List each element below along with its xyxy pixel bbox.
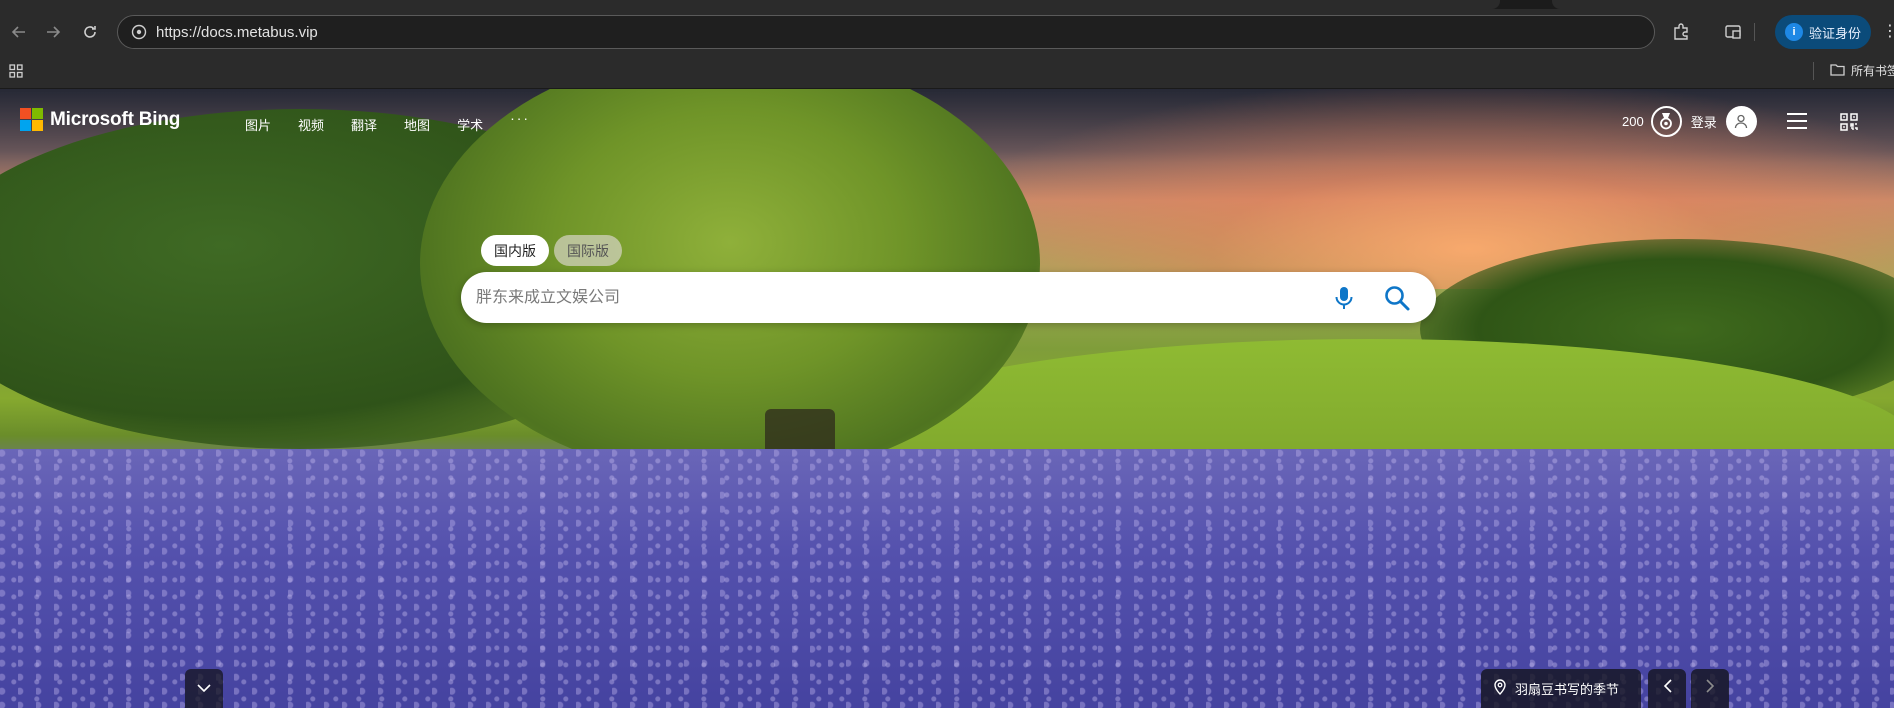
tab-domestic[interactable]: 国内版: [481, 235, 549, 266]
caption-text: 羽扇豆书写的季节: [1515, 682, 1620, 697]
rewards-points[interactable]: 200: [1622, 114, 1644, 129]
previous-image-button[interactable]: [1648, 669, 1686, 708]
menu-icon[interactable]: ⋮: [1882, 21, 1894, 43]
all-bookmarks-label: 所有书签: [1851, 64, 1894, 78]
verify-identity-button[interactable]: i 验证身份: [1775, 15, 1871, 49]
extensions-icon[interactable]: [1670, 21, 1692, 43]
brand-name: Microsoft Bing: [50, 108, 181, 130]
active-tab[interactable]: [0, 0, 1500, 9]
reload-icon[interactable]: [79, 21, 101, 43]
bing-nav: 图片 视频 翻译 地图 学术 ···: [245, 111, 530, 134]
microphone-icon[interactable]: [1333, 285, 1355, 311]
url-text[interactable]: https://docs.metabus.vip: [156, 24, 318, 41]
tab-international[interactable]: 国际版: [554, 235, 622, 266]
search-scope-tabs: 国内版 国际版: [481, 235, 622, 266]
apps-grid-icon[interactable]: [9, 64, 23, 78]
back-icon[interactable]: [8, 21, 30, 43]
shield-icon: i: [1785, 23, 1803, 41]
address-bar[interactable]: https://docs.metabus.vip: [117, 15, 1655, 49]
next-image-button[interactable]: [1691, 669, 1729, 708]
tab-strip: [0, 0, 1894, 9]
split-screen-icon[interactable]: [1722, 21, 1744, 43]
bookmarks-bar: 所有书签: [0, 54, 1894, 89]
toolbar-divider: [1754, 23, 1755, 41]
search-icon[interactable]: [1383, 284, 1411, 312]
site-info-icon[interactable]: [124, 24, 154, 40]
all-bookmarks-button[interactable]: 所有书签: [1830, 62, 1894, 79]
scroll-down-button[interactable]: [185, 669, 223, 708]
search-input[interactable]: [476, 288, 1296, 307]
folder-icon: [1830, 63, 1845, 79]
chevron-right-icon: [1705, 679, 1715, 698]
nav-videos[interactable]: 视频: [298, 115, 324, 134]
chevron-down-icon: [197, 680, 211, 698]
signin-link[interactable]: 登录: [1691, 112, 1717, 131]
nav-academic[interactable]: 学术: [457, 115, 483, 134]
location-pin-icon: [1493, 679, 1507, 698]
nav-translate[interactable]: 翻译: [351, 115, 377, 134]
nav-maps[interactable]: 地图: [404, 115, 430, 134]
chevron-left-icon: [1663, 679, 1672, 698]
rewards-medal-icon[interactable]: [1650, 105, 1682, 137]
tab[interactable]: [1552, 0, 1894, 9]
forward-icon[interactable]: [42, 21, 64, 43]
search-box: [461, 272, 1436, 323]
nav-images[interactable]: 图片: [245, 115, 271, 134]
bookmarks-divider: [1813, 62, 1814, 80]
hamburger-menu-icon[interactable]: [1787, 112, 1807, 130]
microsoft-logo-icon: [20, 108, 43, 131]
qr-code-icon[interactable]: [1840, 113, 1858, 131]
bing-logo[interactable]: Microsoft Bing: [20, 108, 180, 131]
image-caption[interactable]: 羽扇豆书写的季节: [1481, 669, 1641, 708]
account-area: 200 登录: [1622, 105, 1757, 137]
browser-toolbar: https://docs.metabus.vip i 验证身份 ⋮: [0, 9, 1894, 54]
nav-more[interactable]: ···: [510, 111, 530, 134]
verify-label: 验证身份: [1809, 25, 1862, 41]
bing-homepage: Microsoft Bing 图片 视频 翻译 地图 学术 ··· 200 登录…: [0, 89, 1894, 708]
avatar-icon[interactable]: [1725, 105, 1757, 137]
